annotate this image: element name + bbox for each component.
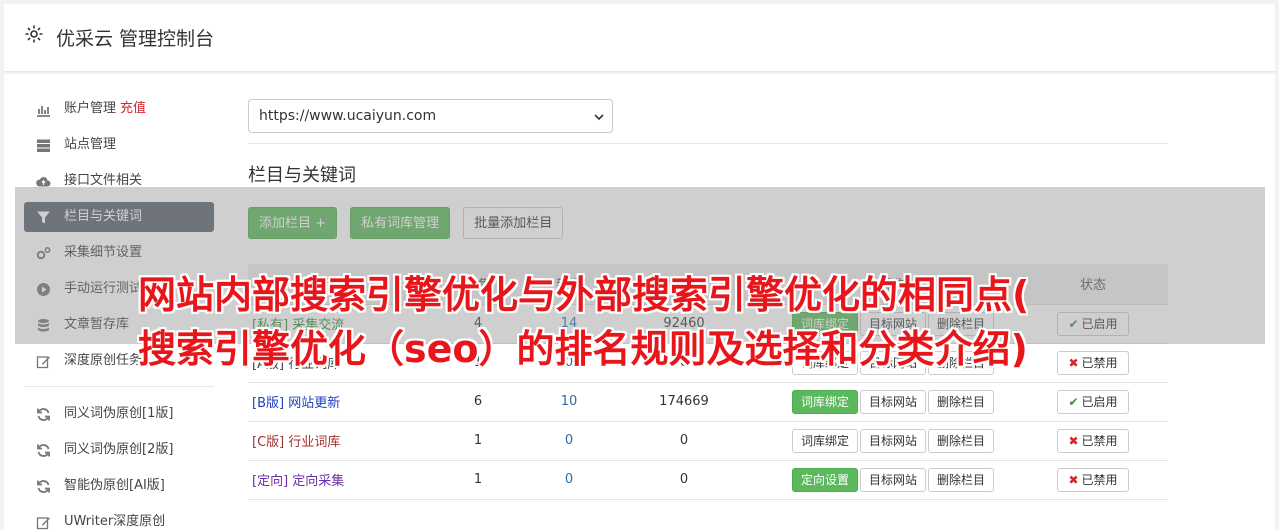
status-label: 已启用 — [1081, 394, 1118, 409]
section-divider — [248, 143, 1168, 144]
actions-cell: 词库绑定 目标网站 删除栏目 — [768, 382, 1018, 422]
bind-lib-button[interactable]: 词库绑定 — [791, 428, 858, 453]
refresh-icon — [37, 444, 50, 457]
site-select-value: https://www.ucaiyun.com — [259, 108, 437, 124]
table-row: [C版] 行业词库 1 0 0 词库绑定 目标网站 删除栏目 ✖ 已禁用 — [248, 421, 1168, 461]
column-name-cell: [B版] 网站更新 — [248, 382, 418, 422]
status-cell: ✖ 已禁用 — [1018, 421, 1168, 461]
article-title-banner: 网站内部搜索引擎优化与外部搜索引擎优化的相同点( 搜索引擎优化（seo）的排名规… — [138, 268, 1148, 376]
site-select[interactable]: https://www.ucaiyun.com — [248, 99, 613, 133]
total-word-count: 174669 — [600, 382, 768, 422]
total-word-count: 0 — [600, 421, 768, 461]
server-icon — [37, 139, 50, 152]
sidebar-item-uwriter[interactable]: UWriter深度原创 — [24, 507, 214, 530]
refresh-icon — [37, 408, 50, 421]
recharge-link[interactable]: 充值 — [120, 101, 146, 116]
refresh-icon — [37, 480, 50, 493]
actions-cell: 词库绑定 目标网站 删除栏目 — [768, 421, 1018, 461]
sidebar-item-label: 接口文件相关 — [64, 173, 143, 188]
sidebar-item-label: 同义词伪原创[1版] — [64, 406, 174, 421]
close-icon: ✖ — [1068, 472, 1079, 487]
sidebar-divider — [24, 386, 214, 387]
bind-lib-button[interactable]: 定向设置 — [791, 467, 858, 492]
new-word-count[interactable]: 0 — [538, 460, 600, 500]
column-name-link[interactable]: 行业词库 — [288, 435, 340, 450]
sidebar-item-label: UWriter深度原创 — [64, 514, 166, 529]
status-cell: ✔ 已启用 — [1018, 382, 1168, 422]
new-word-count[interactable]: 0 — [538, 421, 600, 461]
sidebar-item-label: 账户管理 — [64, 101, 117, 116]
sidebar-item-sites[interactable]: 站点管理 — [24, 130, 214, 160]
column-tag: [C版] — [252, 435, 285, 450]
top-bar: 优采云 管理控制台 — [4, 4, 1275, 72]
table-row: [B版] 网站更新 6 10 174669 词库绑定 目标网站 删除栏目 ✔ 已启用 — [248, 382, 1168, 422]
sidebar-item-ai-rewrite[interactable]: 智能伪原创[AI版] — [24, 471, 214, 501]
column-name-link[interactable]: 定向采集 — [292, 474, 344, 489]
new-word-count[interactable]: 10 — [538, 382, 600, 422]
total-word-count: 0 — [600, 460, 768, 500]
status-label: 已禁用 — [1081, 472, 1118, 487]
edit-icon — [36, 517, 50, 530]
gear-icon — [25, 25, 43, 43]
bar-chart-icon — [37, 106, 50, 117]
delete-column-button[interactable]: 删除栏目 — [928, 389, 995, 414]
collect-count: 6 — [418, 382, 538, 422]
page-title: 优采云 管理控制台 — [56, 28, 215, 50]
status-label: 已禁用 — [1081, 433, 1118, 448]
sidebar-item-account[interactable]: 账户管理 充值 — [24, 94, 214, 124]
status-toggle[interactable]: ✔ 已启用 — [1057, 389, 1129, 414]
chevron-down-icon — [594, 114, 604, 121]
collect-count: 1 — [418, 421, 538, 461]
bind-lib-button[interactable]: 词库绑定 — [791, 389, 858, 414]
sidebar-item-label: 站点管理 — [64, 137, 117, 152]
status-toggle[interactable]: ✖ 已禁用 — [1057, 467, 1129, 492]
delete-column-button[interactable]: 删除栏目 — [928, 428, 995, 453]
collect-count: 1 — [418, 460, 538, 500]
column-tag: [定向] — [252, 474, 289, 489]
table-row: [定向] 定向采集 1 0 0 定向设置 目标网站 删除栏目 ✖ 已禁用 — [248, 460, 1168, 500]
edit-icon — [36, 356, 50, 369]
sidebar-item-synonym-v1[interactable]: 同义词伪原创[1版] — [24, 399, 214, 429]
sidebar-item-label: 智能伪原创[AI版] — [64, 478, 165, 493]
banner-line-2: 搜索引擎优化（seo）的排名规则及选择和分类介绍) — [138, 327, 1028, 371]
target-site-button[interactable]: 目标网站 — [859, 389, 926, 414]
status-cell: ✖ 已禁用 — [1018, 460, 1168, 500]
sidebar-item-synonym-v2[interactable]: 同义词伪原创[2版] — [24, 435, 214, 465]
close-icon: ✖ — [1068, 433, 1079, 448]
column-name-cell: [C版] 行业词库 — [248, 421, 418, 461]
actions-cell: 定向设置 目标网站 删除栏目 — [768, 460, 1018, 500]
check-icon: ✔ — [1068, 394, 1079, 409]
column-name-cell: [定向] 定向采集 — [248, 460, 418, 500]
target-site-button[interactable]: 目标网站 — [859, 428, 926, 453]
target-site-button[interactable]: 目标网站 — [859, 467, 926, 492]
sidebar-item-label: 同义词伪原创[2版] — [64, 442, 174, 457]
sidebar-item-label: 深度原创任务 — [64, 353, 143, 368]
section-title: 栏目与关键词 — [248, 165, 356, 186]
column-name-link[interactable]: 网站更新 — [288, 396, 340, 411]
column-tag: [B版] — [252, 396, 285, 411]
delete-column-button[interactable]: 删除栏目 — [928, 467, 995, 492]
status-toggle[interactable]: ✖ 已禁用 — [1057, 428, 1129, 453]
banner-line-1: 网站内部搜索引擎优化与外部搜索引擎优化的相同点( — [138, 273, 1030, 317]
